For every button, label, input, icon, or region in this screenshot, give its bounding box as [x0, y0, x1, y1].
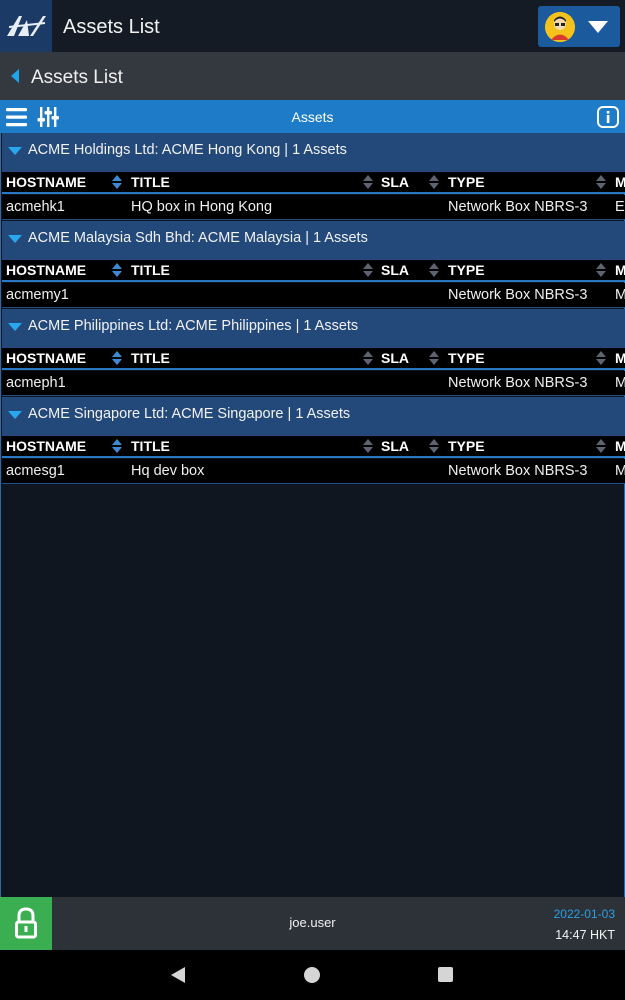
cell-m: M: [615, 287, 625, 303]
group-header[interactable]: ACME Malaysia Sdh Bhd: ACME Malaysia | 1…: [2, 221, 625, 260]
cell-title: [131, 283, 371, 307]
sort-hostname-icon[interactable]: [112, 351, 122, 366]
collapse-caret-icon: [8, 235, 22, 243]
sort-sla-icon[interactable]: [429, 351, 439, 366]
sort-hostname-icon[interactable]: [112, 175, 122, 190]
status-footer: joe.user 2022-01-03 14:47 HKT: [0, 897, 625, 950]
column-hostname[interactable]: HOSTNAME: [6, 260, 116, 280]
table-row[interactable]: acmeph1 Network Box NBRS-3 M: [2, 371, 625, 396]
column-hostname[interactable]: HOSTNAME: [6, 348, 116, 368]
column-m[interactable]: M: [615, 436, 625, 456]
column-type[interactable]: TYPE: [448, 348, 508, 368]
cell-hostname: acmesg1: [6, 463, 65, 479]
user-menu-button[interactable]: [538, 6, 620, 47]
column-sla[interactable]: SLA: [381, 436, 421, 456]
table-row[interactable]: acmehk1 HQ box in Hong Kong Network Box …: [2, 195, 625, 220]
sort-title-icon[interactable]: [363, 263, 373, 278]
cell-sla: [381, 283, 441, 307]
user-avatar-icon: [545, 12, 575, 42]
collapse-caret-icon: [8, 411, 22, 419]
column-type[interactable]: TYPE: [448, 260, 508, 280]
column-title[interactable]: TITLE: [131, 436, 281, 456]
table-header: HOSTNAME TITLE SLA TYPE M: [2, 172, 625, 194]
column-title[interactable]: TITLE: [131, 260, 281, 280]
toolbar-title: Assets: [291, 109, 334, 125]
group-header[interactable]: ACME Philippines Ltd: ACME Philippines |…: [2, 309, 625, 348]
cell-hostname: acmemy1: [6, 287, 69, 303]
cell-sla: [381, 371, 441, 395]
column-title[interactable]: TITLE: [131, 172, 281, 192]
sort-title-icon[interactable]: [363, 351, 373, 366]
cell-m: M: [615, 375, 625, 391]
column-type[interactable]: TYPE: [448, 172, 508, 192]
app-bar: Assets List: [0, 0, 625, 52]
cell-m: E-: [615, 199, 625, 215]
table-row[interactable]: acmemy1 Network Box NBRS-3 M: [2, 283, 625, 308]
assets-list-panel: ACME Holdings Ltd: ACME Hong Kong | 1 As…: [0, 133, 625, 898]
assets-toolbar: Assets: [0, 100, 625, 133]
sort-type-icon[interactable]: [596, 175, 606, 190]
sort-type-icon[interactable]: [596, 351, 606, 366]
column-type[interactable]: TYPE: [448, 436, 508, 456]
column-sla[interactable]: SLA: [381, 260, 421, 280]
group-title: ACME Malaysia Sdh Bhd: ACME Malaysia | 1…: [28, 230, 368, 246]
column-sla[interactable]: SLA: [381, 172, 421, 192]
sort-sla-icon[interactable]: [429, 263, 439, 278]
nav-back-icon[interactable]: [171, 967, 185, 983]
sort-title-icon[interactable]: [363, 439, 373, 454]
table-header: HOSTNAME TITLE SLA TYPE M: [2, 436, 625, 458]
breadcrumb: Assets List: [0, 52, 625, 100]
column-m[interactable]: M: [615, 172, 625, 192]
sort-sla-icon[interactable]: [429, 439, 439, 454]
cell-sla: [381, 195, 441, 219]
column-m[interactable]: M: [615, 348, 625, 368]
group-header[interactable]: ACME Holdings Ltd: ACME Hong Kong | 1 As…: [2, 133, 625, 172]
group-title: ACME Singapore Ltd: ACME Singapore | 1 A…: [28, 406, 351, 422]
column-hostname[interactable]: HOSTNAME: [6, 172, 116, 192]
cell-title: Hq dev box: [131, 463, 205, 479]
cell-type: Network Box NBRS-3: [448, 287, 588, 303]
back-arrow-icon[interactable]: [11, 69, 19, 83]
cell-type: Network Box NBRS-3: [448, 375, 588, 391]
nv-logo-icon[interactable]: [0, 0, 52, 52]
info-icon[interactable]: [597, 106, 619, 128]
cell-type: Network Box NBRS-3: [448, 463, 588, 479]
collapse-caret-icon: [8, 323, 22, 331]
sort-hostname-icon[interactable]: [112, 439, 122, 454]
group-title: ACME Holdings Ltd: ACME Hong Kong | 1 As…: [28, 142, 347, 158]
cell-m: M: [615, 463, 625, 479]
cell-title: HQ box in Hong Kong: [131, 199, 273, 215]
column-hostname[interactable]: HOSTNAME: [6, 436, 116, 456]
sort-type-icon[interactable]: [596, 439, 606, 454]
table-header: HOSTNAME TITLE SLA TYPE M: [2, 348, 625, 370]
sort-hostname-icon[interactable]: [112, 263, 122, 278]
nav-recent-apps-icon[interactable]: [438, 967, 453, 982]
page-title[interactable]: Assets List: [31, 52, 123, 100]
table-header: HOSTNAME TITLE SLA TYPE M: [2, 260, 625, 282]
cell-hostname: acmehk1: [6, 199, 65, 215]
sort-sla-icon[interactable]: [429, 175, 439, 190]
cell-type: Network Box NBRS-3: [448, 199, 588, 215]
cell-title: [131, 371, 371, 395]
cell-hostname: acmeph1: [6, 375, 66, 391]
table-row[interactable]: acmesg1 Hq dev box Network Box NBRS-3 M: [2, 459, 625, 484]
current-user: joe.user: [289, 915, 336, 930]
column-sla[interactable]: SLA: [381, 348, 421, 368]
collapse-caret-icon: [8, 147, 22, 155]
chevron-down-icon: [588, 21, 608, 33]
group-title: ACME Philippines Ltd: ACME Philippines |…: [28, 318, 359, 334]
column-title[interactable]: TITLE: [131, 348, 281, 368]
sort-type-icon[interactable]: [596, 263, 606, 278]
nav-home-icon[interactable]: [304, 967, 320, 983]
app-title: Assets List: [63, 16, 160, 38]
cell-sla: [381, 459, 441, 483]
footer-time: 14:47 HKT: [555, 928, 615, 942]
group-header[interactable]: ACME Singapore Ltd: ACME Singapore | 1 A…: [2, 397, 625, 436]
sort-title-icon[interactable]: [363, 175, 373, 190]
system-nav-bar: [0, 950, 625, 1000]
column-m[interactable]: M: [615, 260, 625, 280]
footer-date: 2022-01-03: [553, 907, 615, 921]
